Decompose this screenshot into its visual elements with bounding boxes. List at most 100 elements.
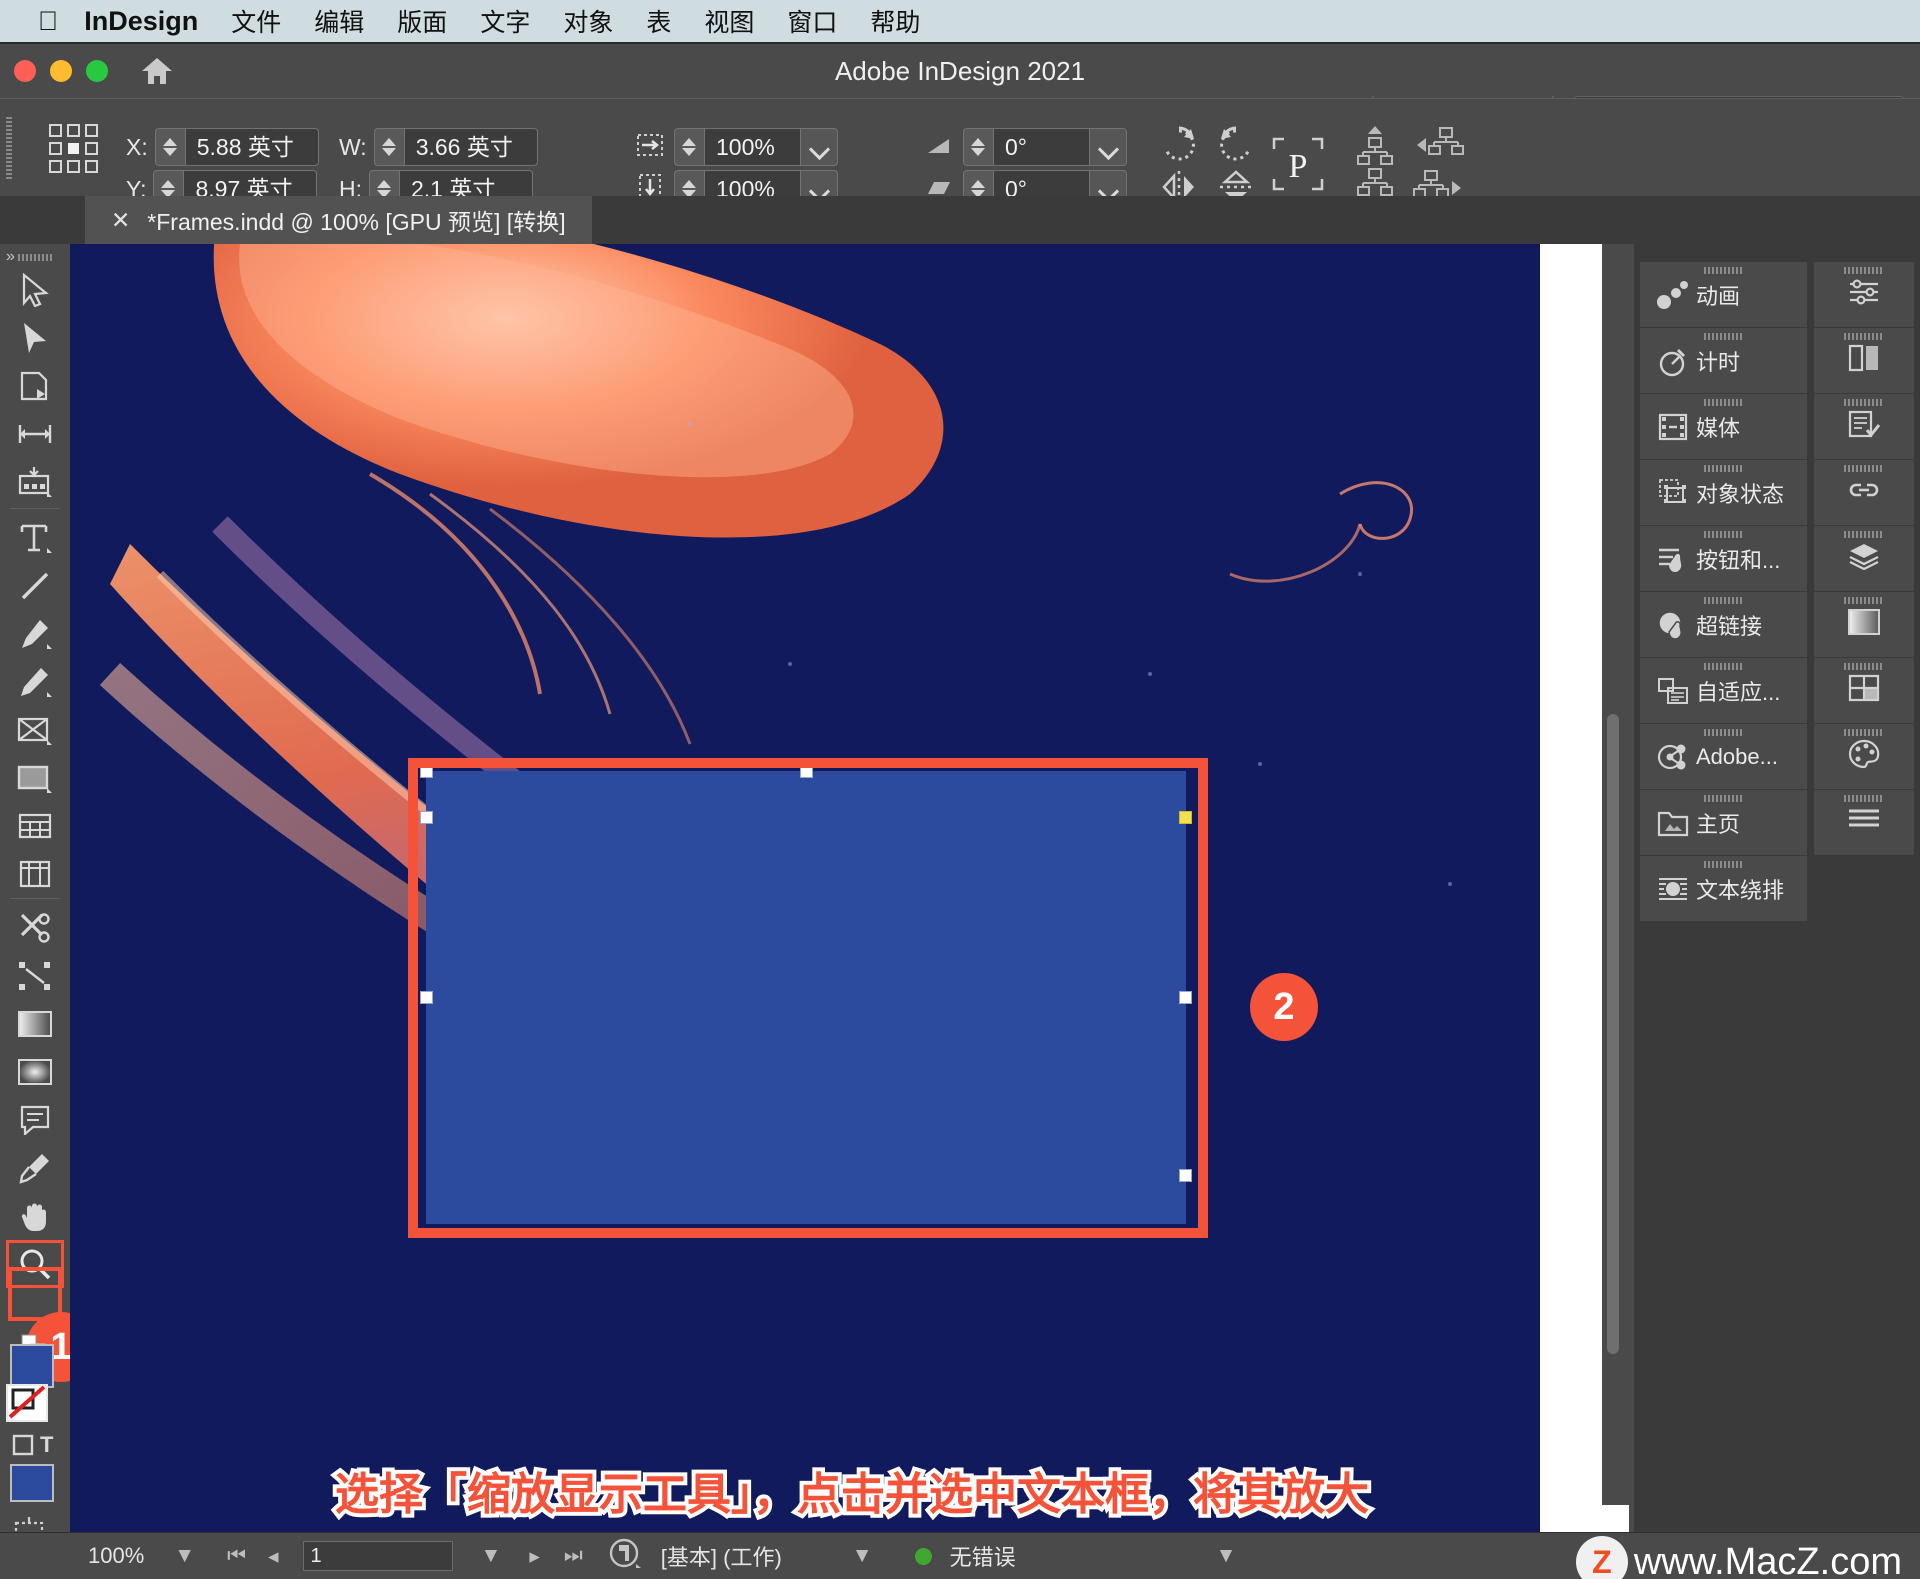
gradient-swatch-tool[interactable]: [6, 1000, 64, 1048]
home-icon[interactable]: [140, 56, 174, 86]
menu-item-table[interactable]: 表: [646, 3, 671, 39]
menu-item-file[interactable]: 文件: [231, 3, 281, 39]
menu-item-view[interactable]: 视图: [704, 3, 754, 39]
panel-paragraph-styles[interactable]: [1814, 790, 1914, 856]
panel-media[interactable]: 媒体: [1640, 394, 1807, 460]
panel-grip[interactable]: [1703, 729, 1744, 736]
w-stepper[interactable]: [373, 128, 404, 166]
pen-tool[interactable]: [6, 610, 64, 658]
direct-selection-tool[interactable]: [6, 314, 64, 362]
free-transform-tool[interactable]: [6, 850, 64, 898]
panel-grip[interactable]: [1703, 597, 1744, 604]
minimize-window-button[interactable]: [50, 60, 72, 82]
document-canvas[interactable]: 2: [70, 244, 1634, 1532]
gap-tool[interactable]: [6, 410, 64, 458]
panel-properties[interactable]: [1814, 262, 1914, 328]
panel-grip[interactable]: [1844, 267, 1884, 274]
page-tool[interactable]: [6, 362, 64, 410]
rotate-clockwise-icon[interactable]: [1158, 124, 1200, 171]
pencil-tool[interactable]: [6, 658, 64, 706]
panel-text-wrap[interactable]: 文本绕排: [1640, 856, 1807, 922]
frame-fitting-p-icon[interactable]: P: [1270, 135, 1326, 198]
tools-panel-grip[interactable]: [18, 254, 52, 261]
first-page-icon[interactable]: ⏮: [227, 1544, 246, 1568]
panel-buttons-and-forms[interactable]: 按钮和...: [1640, 526, 1807, 592]
canvas-vertical-scrollbar[interactable]: [1607, 714, 1619, 1354]
panel-links[interactable]: [1814, 460, 1914, 526]
eyedropper-tool[interactable]: [6, 1144, 64, 1192]
document-tab[interactable]: ✕ *Frames.indd @ 100% [GPU 预览] [转换]: [85, 196, 592, 244]
panel-hyperlinks[interactable]: 超链接: [1640, 592, 1807, 658]
type-tool[interactable]: [6, 514, 64, 562]
error-status-chevron-down-icon[interactable]: ▼: [1216, 1544, 1237, 1568]
panel-grip[interactable]: [1844, 465, 1884, 472]
next-page-icon[interactable]: ▸: [529, 1544, 540, 1569]
panel-liquid-layout[interactable]: 自适应...: [1640, 658, 1807, 724]
rotate-counterclockwise-icon[interactable]: [1215, 124, 1257, 171]
x-input[interactable]: 5.88 英寸: [184, 128, 319, 166]
menu-item-type[interactable]: 文字: [480, 3, 530, 39]
menu-item-window[interactable]: 窗口: [787, 3, 837, 39]
transform-frame-tool[interactable]: [6, 952, 64, 1000]
rotation-input[interactable]: 0°: [993, 128, 1089, 166]
content-collector-tool[interactable]: [6, 458, 64, 506]
panel-timing[interactable]: 计时: [1640, 328, 1807, 394]
maximize-window-button[interactable]: [86, 60, 108, 82]
close-window-button[interactable]: [14, 60, 36, 82]
rotation-chevron-down-icon[interactable]: [1089, 128, 1127, 166]
panel-cc-libraries[interactable]: [1814, 658, 1914, 724]
panel-object-states[interactable]: 对象状态: [1640, 460, 1807, 526]
gradient-feather-tool[interactable]: [6, 1048, 64, 1096]
stroke-swatch-tool[interactable]: [6, 1384, 48, 1422]
panel-grip[interactable]: [1844, 597, 1884, 604]
panel-grip[interactable]: [1703, 795, 1744, 802]
menu-item-layout[interactable]: 版面: [397, 3, 447, 39]
scale-x-input[interactable]: 100%: [704, 128, 800, 166]
panel-grip[interactable]: [1703, 267, 1744, 274]
previous-page-icon[interactable]: ◂: [268, 1544, 279, 1569]
table-tool[interactable]: [6, 802, 64, 850]
w-input[interactable]: 3.66 英寸: [403, 128, 538, 166]
apple-logo-icon[interactable]: : [38, 7, 58, 35]
formatting-affects-container-icon[interactable]: [12, 1434, 34, 1461]
scale-x-chevron-down-icon[interactable]: [800, 128, 838, 166]
panel-master-pages[interactable]: 主页: [1640, 790, 1807, 856]
workspace-status-chevron-down-icon[interactable]: ▼: [852, 1544, 873, 1568]
panel-adobe-share[interactable]: Adobe...: [1640, 724, 1807, 790]
x-position-field-group[interactable]: X: 5.88 英寸: [126, 128, 319, 166]
panel-grip[interactable]: [1844, 399, 1884, 406]
rectangle-frame-tool[interactable]: [6, 706, 64, 754]
panel-pages[interactable]: [1814, 328, 1914, 394]
close-icon[interactable]: ✕: [111, 207, 130, 234]
control-bar-grip[interactable]: [6, 117, 12, 179]
bring-to-front-icon[interactable]: [1355, 124, 1395, 171]
page-number-input[interactable]: 1: [302, 1541, 453, 1571]
normal-view-mode-icon[interactable]: [10, 1464, 54, 1502]
page-chevron-down-icon[interactable]: ▼: [481, 1544, 502, 1568]
fill-swatch-tool[interactable]: [10, 1344, 54, 1388]
zoom-chevron-down-icon[interactable]: ▼: [174, 1544, 195, 1568]
last-page-icon[interactable]: ⏭: [564, 1544, 583, 1568]
menu-item-object[interactable]: 对象: [563, 3, 613, 39]
preflight-icon[interactable]: [609, 1537, 643, 1576]
panel-swatches[interactable]: [1814, 724, 1914, 790]
panel-grip[interactable]: [1703, 861, 1744, 868]
rotation-field-group[interactable]: 0°: [925, 128, 1127, 166]
line-tool[interactable]: [6, 562, 64, 610]
rotation-stepper[interactable]: [963, 128, 993, 166]
scale-x-field-group[interactable]: 100%: [636, 128, 838, 166]
panel-animation[interactable]: 动画: [1640, 262, 1807, 328]
panel-grip[interactable]: [1844, 663, 1884, 670]
x-stepper[interactable]: [154, 128, 185, 166]
panel-grip[interactable]: [1844, 333, 1884, 340]
zoom-level-value[interactable]: 100%: [88, 1543, 144, 1569]
panel-grip[interactable]: [1844, 531, 1884, 538]
bring-forward-icon[interactable]: [1413, 124, 1465, 171]
reference-point-proxy[interactable]: [48, 123, 100, 175]
menu-item-help[interactable]: 帮助: [870, 3, 920, 39]
menu-item-edit[interactable]: 编辑: [314, 3, 364, 39]
panel-gradient[interactable]: [1814, 592, 1914, 658]
panel-grip[interactable]: [1844, 795, 1884, 802]
selection-tool[interactable]: [6, 266, 64, 314]
panel-grip[interactable]: [1703, 333, 1744, 340]
